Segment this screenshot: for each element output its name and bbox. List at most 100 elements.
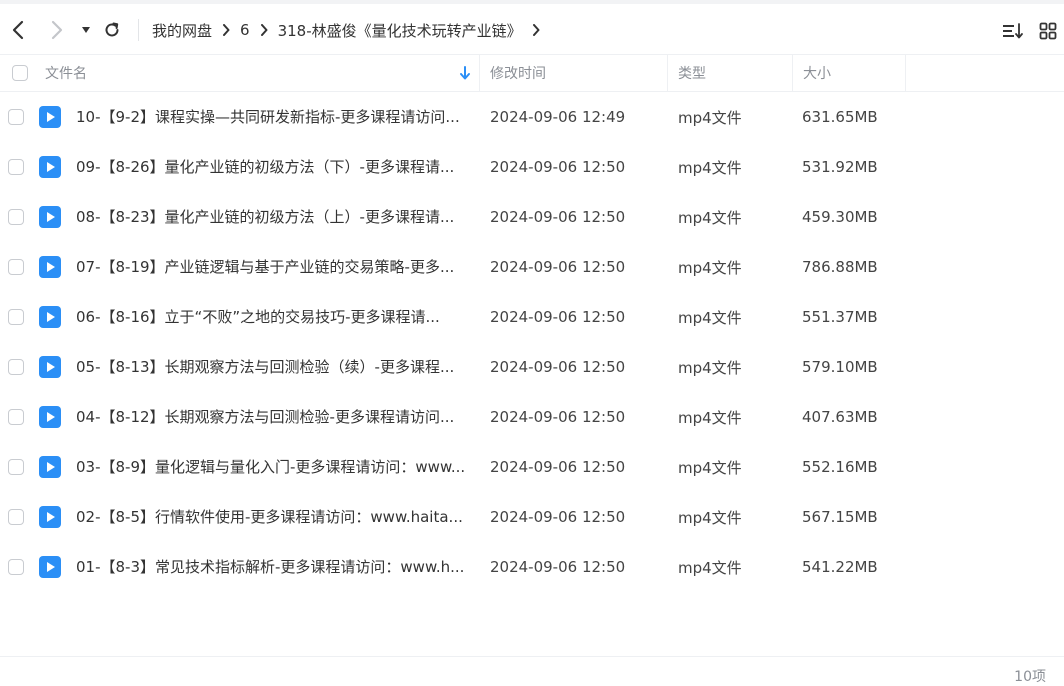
file-name[interactable]: 05-【8-13】长期观察方法与回测检验（续）-更多课程... <box>76 342 471 392</box>
grid-view-icon <box>1039 22 1057 40</box>
table-row[interactable]: 07-【8-19】产业链逻辑与基于产业链的交易策略-更多... 2024-09-0… <box>0 242 1064 292</box>
file-size: 786.88MB <box>802 258 878 276</box>
row-checkbox[interactable] <box>8 459 24 475</box>
file-modified: 2024-09-06 12:50 <box>490 308 626 326</box>
row-checkbox[interactable] <box>8 309 24 325</box>
file-name[interactable]: 09-【8-26】量化产业链的初级方法（下）-更多课程请... <box>76 142 471 192</box>
file-modified: 2024-09-06 12:50 <box>490 408 626 426</box>
row-checkbox[interactable] <box>8 109 24 125</box>
file-modified: 2024-09-06 12:50 <box>490 208 626 226</box>
file-list-header: 文件名 修改时间 类型 大小 <box>0 54 1064 92</box>
table-row[interactable]: 04-【8-12】长期观察方法与回测检验-更多课程请访问... 2024-09-0… <box>0 392 1064 442</box>
table-row[interactable]: 10-【9-2】课程实操—共同研发新指标-更多课程请访问... 2024-09-0… <box>0 92 1064 142</box>
table-row[interactable]: 03-【8-9】量化逻辑与量化入门-更多课程请访问：www... 2024-09-… <box>0 442 1064 492</box>
select-all-checkbox[interactable] <box>12 65 28 81</box>
sort-button[interactable] <box>1002 20 1024 42</box>
file-name[interactable]: 08-【8-23】量化产业链的初级方法（上）-更多课程请... <box>76 192 471 242</box>
file-size: 407.63MB <box>802 408 878 426</box>
refresh-icon <box>105 22 119 37</box>
table-row[interactable]: 05-【8-13】长期观察方法与回测检验（续）-更多课程... 2024-09-0… <box>0 342 1064 392</box>
file-name-cell[interactable]: 10-【9-2】课程实操—共同研发新指标-更多课程请访问... <box>76 92 471 142</box>
file-name[interactable]: 07-【8-19】产业链逻辑与基于产业链的交易策略-更多... <box>76 242 471 292</box>
breadcrumb-item-root[interactable]: 我的网盘 <box>152 20 212 41</box>
file-modified: 2024-09-06 12:50 <box>490 158 626 176</box>
row-checkbox[interactable] <box>8 409 24 425</box>
column-divider <box>905 55 906 91</box>
file-size: 459.30MB <box>802 208 878 226</box>
column-header-name[interactable]: 文件名 <box>45 55 87 91</box>
file-type: mp4文件 <box>678 408 742 427</box>
file-size: 579.10MB <box>802 358 878 376</box>
file-modified: 2024-09-06 12:50 <box>490 358 626 376</box>
breadcrumb-separator-icon <box>222 24 230 36</box>
table-row[interactable]: 08-【8-23】量化产业链的初级方法（上）-更多课程请... 2024-09-0… <box>0 192 1064 242</box>
row-checkbox[interactable] <box>8 359 24 375</box>
file-size: 567.15MB <box>802 508 878 526</box>
file-type: mp4文件 <box>678 358 742 377</box>
toolbar: 我的网盘 6 318-林盛俊《量化技术玩转产业链》 <box>0 4 1064 54</box>
chevron-right-icon <box>51 20 63 40</box>
file-modified: 2024-09-06 12:49 <box>490 108 626 126</box>
forward-button[interactable] <box>45 18 69 42</box>
video-file-icon <box>39 106 61 128</box>
video-file-icon <box>39 356 61 378</box>
file-name[interactable]: 06-【8-16】立于“不败”之地的交易技巧-更多课程请... <box>76 292 471 342</box>
file-size: 531.92MB <box>802 158 878 176</box>
file-name-cell[interactable]: 04-【8-12】长期观察方法与回测检验-更多课程请访问... <box>76 392 471 442</box>
file-name-cell[interactable]: 07-【8-19】产业链逻辑与基于产业链的交易策略-更多... <box>76 242 471 292</box>
file-name[interactable]: 10-【9-2】课程实操—共同研发新指标-更多课程请访问... <box>76 92 471 142</box>
file-name[interactable]: 03-【8-9】量化逻辑与量化入门-更多课程请访问：www... <box>76 442 471 492</box>
file-name-cell[interactable]: 05-【8-13】长期观察方法与回测检验（续）-更多课程... <box>76 342 471 392</box>
column-header-size[interactable]: 大小 <box>803 55 831 91</box>
column-header-type[interactable]: 类型 <box>678 55 706 91</box>
breadcrumb-item-current[interactable]: 318-林盛俊《量化技术玩转产业链》 <box>278 20 522 41</box>
file-size: 551.37MB <box>802 308 878 326</box>
file-name[interactable]: 04-【8-12】长期观察方法与回测检验-更多课程请访问... <box>76 392 471 442</box>
file-type: mp4文件 <box>678 258 742 277</box>
file-type: mp4文件 <box>678 108 742 127</box>
row-checkbox[interactable] <box>8 509 24 525</box>
breadcrumb-separator-icon <box>260 24 268 36</box>
file-name-cell[interactable]: 03-【8-9】量化逻辑与量化入门-更多课程请访问：www... <box>76 442 471 492</box>
file-modified: 2024-09-06 12:50 <box>490 508 626 526</box>
file-type: mp4文件 <box>678 508 742 527</box>
column-divider <box>792 55 793 91</box>
table-row[interactable]: 09-【8-26】量化产业链的初级方法（下）-更多课程请... 2024-09-0… <box>0 142 1064 192</box>
toolbar-divider <box>138 19 139 41</box>
sort-desc-indicator[interactable] <box>459 55 471 91</box>
table-row[interactable]: 01-【8-3】常见技术指标解析-更多课程请访问：www.h... 2024-09… <box>0 542 1064 592</box>
breadcrumb-expand-icon[interactable] <box>532 24 540 36</box>
row-checkbox[interactable] <box>8 209 24 225</box>
file-name-cell[interactable]: 08-【8-23】量化产业链的初级方法（上）-更多课程请... <box>76 192 471 242</box>
row-checkbox[interactable] <box>8 259 24 275</box>
file-name-cell[interactable]: 06-【8-16】立于“不败”之地的交易技巧-更多课程请... <box>76 292 471 342</box>
video-file-icon <box>39 556 61 578</box>
grid-view-button[interactable] <box>1037 20 1059 42</box>
row-checkbox[interactable] <box>8 159 24 175</box>
file-modified: 2024-09-06 12:50 <box>490 258 626 276</box>
back-button[interactable] <box>6 18 30 42</box>
video-file-icon <box>39 456 61 478</box>
table-row[interactable]: 06-【8-16】立于“不败”之地的交易技巧-更多课程请... 2024-09-0… <box>0 292 1064 342</box>
row-checkbox[interactable] <box>8 559 24 575</box>
arrow-down-icon <box>460 66 470 80</box>
column-divider <box>667 55 668 91</box>
table-row[interactable]: 02-【8-5】行情软件使用-更多课程请访问：www.haita... 2024-… <box>0 492 1064 542</box>
column-header-modified[interactable]: 修改时间 <box>490 55 546 91</box>
file-size: 631.65MB <box>802 108 878 126</box>
breadcrumb-item-folder[interactable]: 6 <box>240 21 250 39</box>
file-name-cell[interactable]: 01-【8-3】常见技术指标解析-更多课程请访问：www.h... <box>76 542 471 592</box>
sort-icon <box>1003 23 1023 39</box>
file-type: mp4文件 <box>678 308 742 327</box>
history-dropdown-button[interactable] <box>74 18 98 42</box>
file-name-cell[interactable]: 02-【8-5】行情软件使用-更多课程请访问：www.haita... <box>76 492 471 542</box>
file-name-cell[interactable]: 09-【8-26】量化产业链的初级方法（下）-更多课程请... <box>76 142 471 192</box>
file-name[interactable]: 02-【8-5】行情软件使用-更多课程请访问：www.haita... <box>76 492 471 542</box>
file-name[interactable]: 01-【8-3】常见技术指标解析-更多课程请访问：www.h... <box>76 542 471 592</box>
file-modified: 2024-09-06 12:50 <box>490 458 626 476</box>
refresh-button[interactable] <box>100 18 124 42</box>
file-type: mp4文件 <box>678 458 742 477</box>
file-size: 541.22MB <box>802 558 878 576</box>
chevron-left-icon <box>12 20 24 40</box>
file-size: 552.16MB <box>802 458 878 476</box>
